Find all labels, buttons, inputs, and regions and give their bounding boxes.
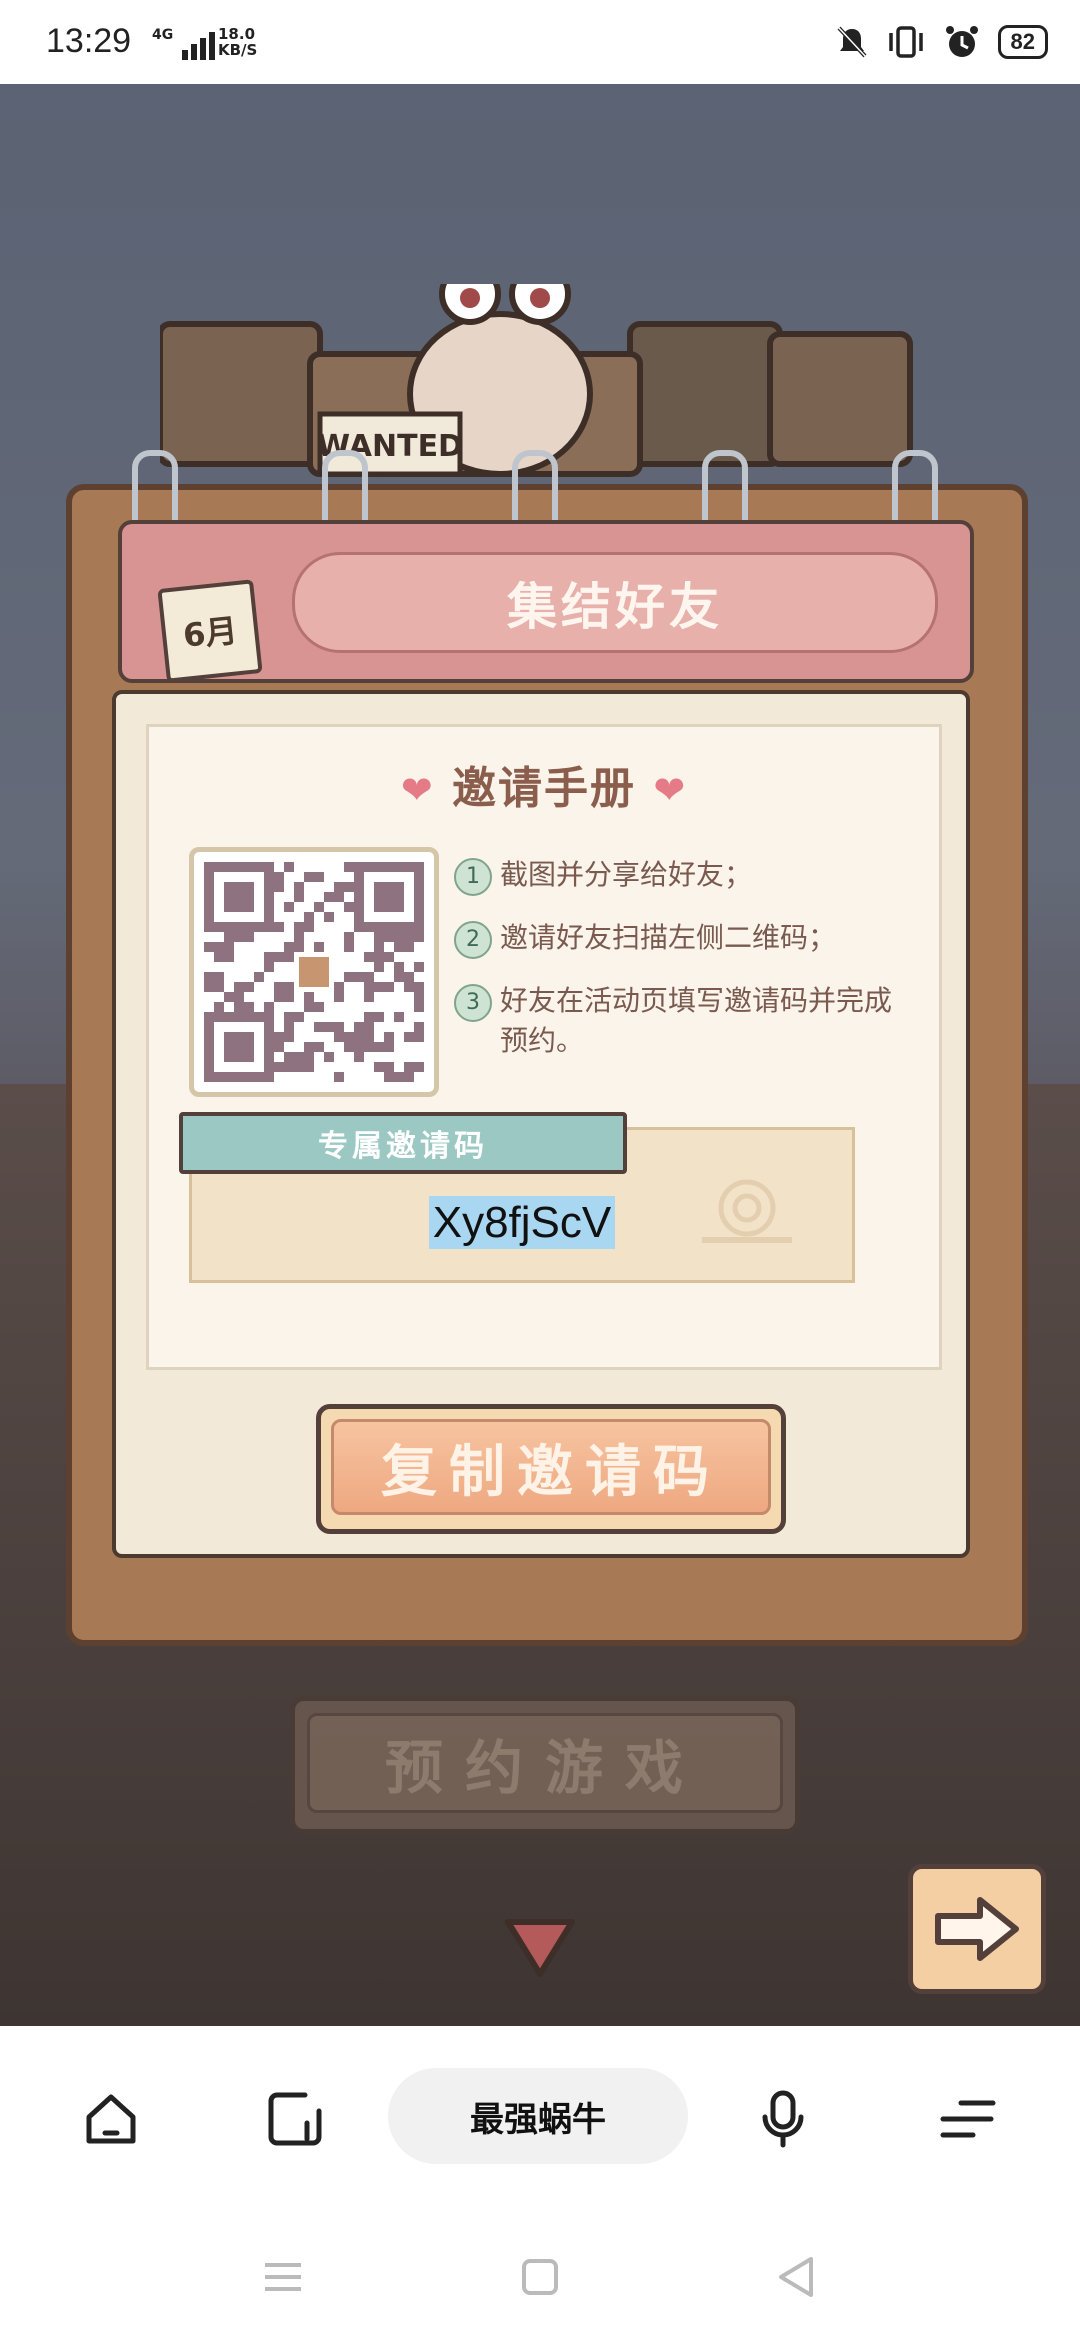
net-speed-unit: KB/S <box>218 41 258 59</box>
status-icons: 82 <box>836 24 1048 60</box>
game-canvas: WANTED 6月 集结好友 ❤ 邀请手册 ❤ 1 截图并分享给好友； 2 邀请… <box>0 84 1080 2026</box>
scroll-down-icon[interactable] <box>502 1912 578 1982</box>
mute-icon <box>837 26 866 58</box>
copy-code-label: 复制邀请码 <box>331 1419 771 1515</box>
heart-icon: ❤ <box>400 768 435 812</box>
vibrate-icon <box>888 26 923 58</box>
back-triangle-icon <box>779 2257 813 2297</box>
qr-code <box>189 847 439 1097</box>
step-number-icon: 2 <box>454 921 492 959</box>
step-number-icon: 3 <box>454 984 492 1022</box>
menu-button[interactable] <box>932 2084 1002 2154</box>
browser-toolbar: 最强蜗牛 <box>0 2026 1080 2206</box>
heart-icon: ❤ <box>653 768 688 812</box>
recents-icon <box>265 2263 301 2291</box>
arrow-right-icon <box>935 1897 1019 1961</box>
reserve-game-label: 预约游戏 <box>307 1713 783 1813</box>
tabs-icon <box>268 2092 322 2146</box>
tabs-button[interactable] <box>260 2084 330 2154</box>
copy-code-button[interactable]: 复制邀请码 <box>316 1404 786 1534</box>
step-item: 1 截图并分享给好友； <box>454 855 914 896</box>
next-page-button[interactable] <box>908 1864 1046 1994</box>
step-item: 3 好友在活动页填写邀请码并完成预约。 <box>454 981 914 1061</box>
qr-code-image <box>204 862 424 1082</box>
battery-indicator: 82 <box>997 25 1048 59</box>
card-title: 邀请手册 <box>452 763 636 814</box>
menu-icon <box>940 2100 996 2138</box>
home-icon <box>86 2094 136 2144</box>
reserve-game-button[interactable]: 预约游戏 <box>290 1696 800 1834</box>
step-text: 截图并分享给好友； <box>500 858 753 891</box>
calendar-icon: 6月 <box>157 579 263 683</box>
book-page: ❤ 邀请手册 ❤ 1 截图并分享给好友； 2 邀请好友扫描左侧二维码； 3 好友… <box>112 690 970 1558</box>
step-text: 邀请好友扫描左侧二维码； <box>500 921 837 954</box>
signal-icon <box>182 30 215 60</box>
network-type: 4G <box>152 27 174 43</box>
status-bar: 13:29 4G 18.0 KB/S 82 <box>0 0 1080 84</box>
code-label-ribbon: 专属邀请码 <box>179 1112 627 1174</box>
back-button[interactable] <box>772 2252 822 2302</box>
home-nav-button[interactable] <box>515 2252 565 2302</box>
card-title-row: ❤ 邀请手册 ❤ <box>149 752 939 816</box>
net-speed-value: 18.0 <box>218 25 256 43</box>
step-text: 好友在活动页填写邀请码并完成预约。 <box>500 984 893 1057</box>
step-number-icon: 1 <box>454 858 492 896</box>
invite-card: ❤ 邀请手册 ❤ 1 截图并分享给好友； 2 邀请好友扫描左侧二维码； 3 好友… <box>146 724 942 1370</box>
recents-button[interactable] <box>258 2252 308 2302</box>
square-home-icon <box>522 2259 558 2295</box>
invite-code-row: Xy8fjScV <box>192 1196 852 1249</box>
step-item: 2 邀请好友扫描左侧二维码； <box>454 918 914 959</box>
net-speed: 18.0 KB/S <box>218 26 257 58</box>
page-header: 6月 集结好友 <box>118 520 974 683</box>
invite-code[interactable]: Xy8fjScV <box>428 1196 616 1249</box>
system-nav-bar <box>0 2206 1080 2340</box>
header-banner: 集结好友 <box>292 552 938 653</box>
home-button[interactable] <box>76 2084 146 2154</box>
invite-book-panel: 6月 集结好友 ❤ 邀请手册 ❤ 1 截图并分享给好友； 2 邀请好友扫描左侧二… <box>66 450 1028 1646</box>
status-time: 13:29 <box>46 22 132 60</box>
page-title: 集结好友 <box>507 577 723 636</box>
invite-steps: 1 截图并分享给好友； 2 邀请好友扫描左侧二维码； 3 好友在活动页填写邀请码… <box>454 855 914 1083</box>
alarm-icon <box>945 26 978 57</box>
voice-button[interactable] <box>748 2084 818 2154</box>
page-title-pill[interactable]: 最强蜗牛 <box>388 2068 688 2164</box>
microphone-icon <box>762 2090 804 2148</box>
